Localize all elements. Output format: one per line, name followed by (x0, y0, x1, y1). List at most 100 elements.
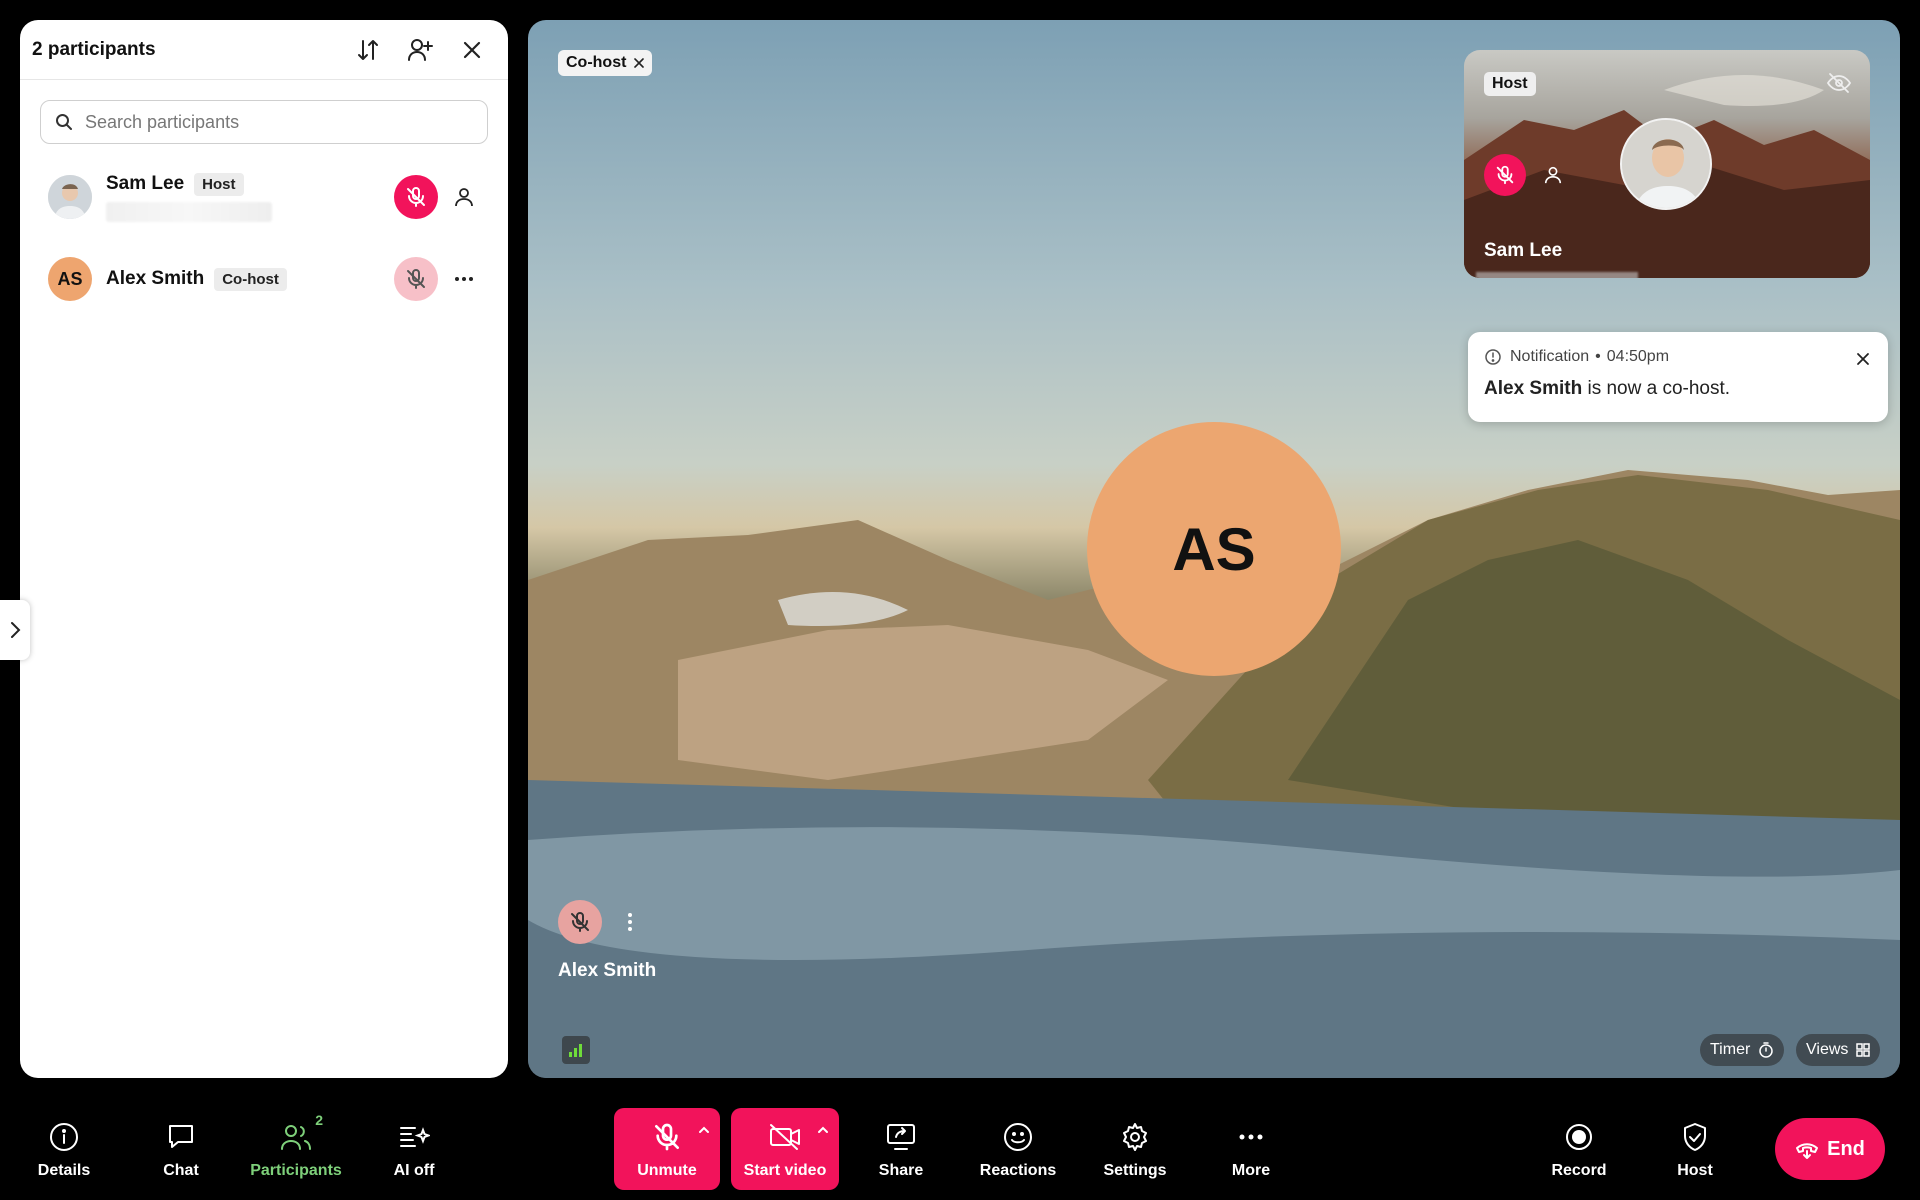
avatar (48, 175, 92, 219)
mute-toggle-button[interactable] (394, 257, 438, 301)
notification-separator: • (1595, 348, 1601, 365)
speaker-mute-indicator[interactable] (558, 900, 602, 944)
panel-title: 2 participants (32, 38, 156, 60)
mic-off-icon (571, 912, 589, 932)
grid-icon (1856, 1043, 1871, 1057)
participant-profile-button[interactable] (442, 175, 486, 219)
mute-toggle-button[interactable] (394, 175, 438, 219)
participants-button[interactable]: 2 Participants (246, 1108, 346, 1190)
reactions-button[interactable]: Reactions (976, 1108, 1060, 1190)
person-photo (1620, 118, 1712, 210)
sort-icon (358, 39, 378, 60)
record-button[interactable]: Record (1544, 1108, 1614, 1190)
views-button[interactable]: Views (1796, 1034, 1881, 1066)
hide-self-view-button[interactable] (1822, 66, 1856, 100)
mic-off-icon (1496, 165, 1514, 185)
host-controls-button[interactable]: Host (1662, 1108, 1728, 1190)
signal-bars-icon (569, 1044, 582, 1057)
participant-row[interactable]: Sam Lee Host (20, 156, 508, 238)
chevron-up-icon[interactable] (698, 1126, 710, 1134)
participant-more-button[interactable] (442, 257, 486, 301)
info-icon (50, 1123, 78, 1151)
participant-name: Sam Lee (106, 173, 185, 194)
more-button[interactable]: More (1216, 1108, 1286, 1190)
end-call-button[interactable]: End (1775, 1118, 1885, 1180)
ai-sparkle-icon (400, 1127, 430, 1147)
chip-label: Co-host (566, 54, 627, 71)
collapse-panel-tab[interactable] (0, 600, 30, 660)
details-button[interactable]: Details (22, 1108, 106, 1190)
notification-actor: Alex Smith (1484, 378, 1583, 399)
participants-icon (281, 1125, 311, 1150)
smile-icon (1004, 1123, 1032, 1151)
views-label: Views (1806, 1041, 1849, 1058)
cohost-filter-chip[interactable]: Co-host (558, 50, 653, 76)
user-icon (1544, 166, 1562, 184)
timer-button[interactable]: Timer (1700, 1034, 1785, 1066)
self-mute-button[interactable] (1484, 154, 1526, 196)
role-badge: Host (194, 172, 244, 196)
share-screen-icon (887, 1124, 915, 1150)
search-input[interactable] (85, 111, 473, 133)
close-icon (1857, 353, 1869, 365)
self-view-tile[interactable]: Host Sam Lee (1464, 50, 1870, 278)
notification-text: is now a co-host. (1582, 378, 1731, 399)
person-photo-icon (1622, 120, 1710, 208)
shield-check-icon (1684, 1123, 1706, 1151)
avatar: AS (48, 257, 92, 301)
record-icon (1566, 1124, 1592, 1150)
clock-icon (1485, 349, 1501, 365)
self-name: Sam Lee (1484, 240, 1563, 261)
chat-button[interactable]: Chat (146, 1108, 216, 1190)
notification-toast: Notification • 04:50pm Alex Smith is now… (1468, 332, 1888, 422)
more-vertical-icon (628, 913, 632, 931)
chat-icon (169, 1125, 193, 1148)
participant-name: Alex Smith (106, 268, 205, 289)
eye-off-icon (1826, 73, 1852, 93)
ai-toggle-button[interactable]: AI off (380, 1108, 448, 1190)
close-panel-button[interactable] (448, 26, 496, 74)
participant-row[interactable]: AS Alex Smith Co-host (20, 238, 508, 320)
panel-header: 2 participants (20, 20, 508, 80)
phone-hangup-icon (1796, 1143, 1819, 1159)
share-button[interactable]: Share (866, 1108, 936, 1190)
dismiss-notification-button[interactable] (1850, 346, 1876, 372)
chevron-up-icon[interactable] (817, 1126, 829, 1134)
speaker-name: Alex Smith (558, 960, 657, 981)
notification-message: Alex Smith is now a co-host. (1484, 378, 1872, 400)
search-icon (56, 114, 72, 130)
chevron-right-icon (11, 622, 21, 638)
close-icon (634, 58, 645, 68)
user-icon (455, 188, 473, 207)
more-horizontal-icon (455, 277, 473, 281)
mic-off-icon (655, 1123, 679, 1151)
video-off-icon (770, 1124, 800, 1150)
mic-off-icon (407, 269, 425, 289)
settings-button[interactable]: Settings (1100, 1108, 1170, 1190)
unmute-button[interactable]: Unmute (614, 1108, 720, 1190)
blurred-detail (106, 201, 272, 222)
close-icon (463, 41, 481, 58)
more-horizontal-icon (1239, 1134, 1263, 1140)
gear-icon (1123, 1123, 1147, 1151)
stopwatch-icon (1759, 1042, 1774, 1058)
participant-info: Alex Smith Co-host (106, 267, 394, 291)
search-box[interactable] (40, 100, 488, 144)
speaker-more-button[interactable] (610, 902, 650, 942)
participant-info: Sam Lee Host (106, 172, 394, 222)
role-badge: Co-host (214, 267, 287, 291)
timer-label: Timer (1710, 1041, 1751, 1058)
host-badge: Host (1484, 72, 1536, 96)
notification-time: 04:50pm (1606, 348, 1670, 365)
notification-label: Notification (1510, 348, 1590, 365)
add-user-icon (408, 38, 433, 61)
mic-off-icon (407, 187, 425, 207)
self-profile-button[interactable] (1534, 156, 1572, 194)
start-video-button[interactable]: Start video (731, 1108, 839, 1190)
participants-count: 2 (315, 1112, 323, 1128)
blurred-detail (1476, 272, 1638, 278)
add-participant-button[interactable] (396, 26, 444, 74)
sort-button[interactable] (344, 26, 392, 74)
connection-quality-indicator (562, 1036, 590, 1064)
participants-panel: 2 participants Sam Lee Host (20, 20, 508, 1078)
